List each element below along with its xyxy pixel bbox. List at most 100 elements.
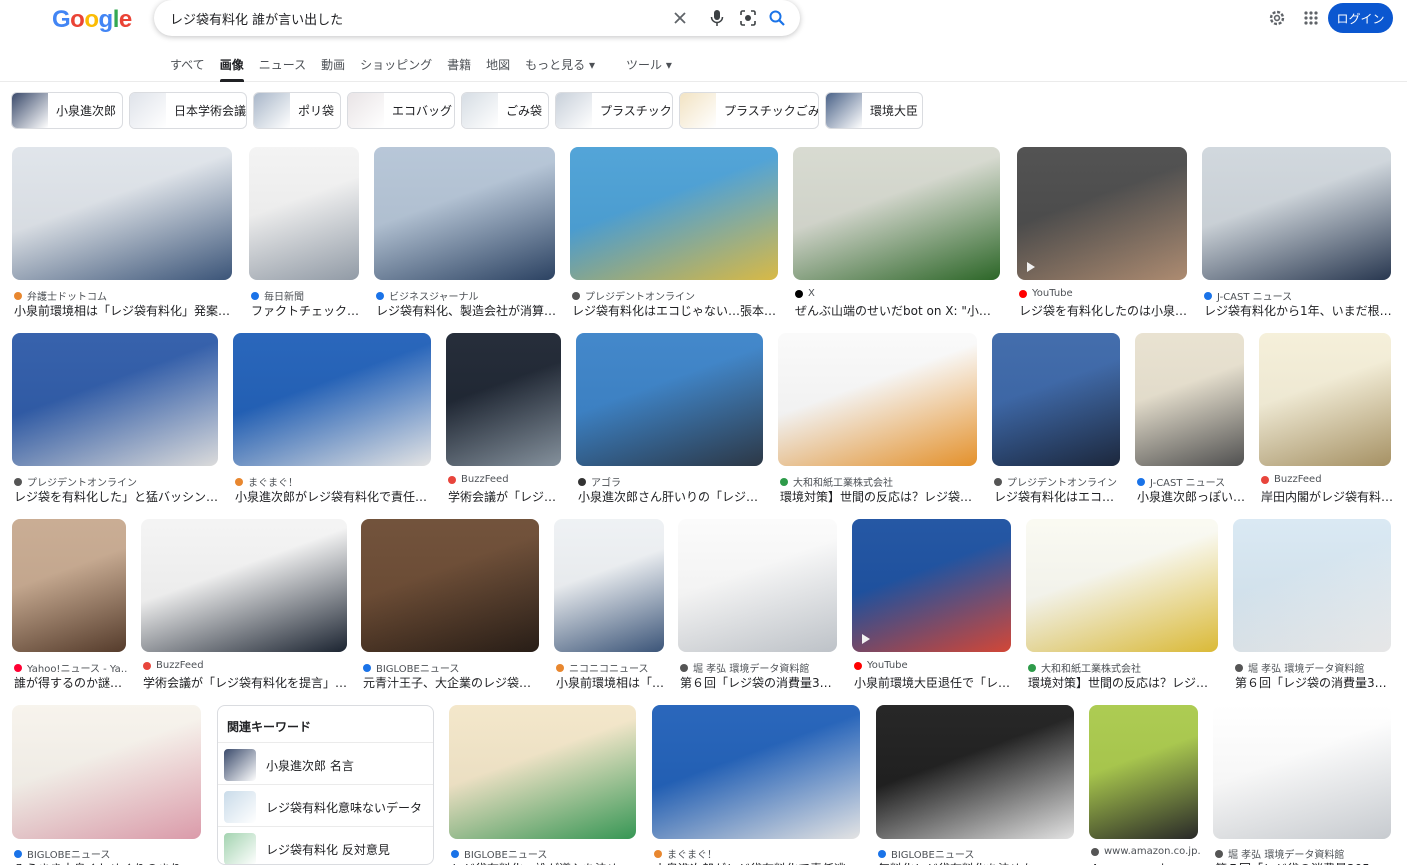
image-title[interactable]: 第６回「レジ袋の消費量305… (680, 674, 839, 691)
image-title[interactable]: レジ袋を有料化したのは小泉進… (1019, 302, 1189, 319)
image-title[interactable]: 小泉前環境相は「… (556, 674, 664, 691)
image-result[interactable]: まぐまぐ！小泉進次郎がレジ袋有料化で責任逃… (652, 705, 860, 865)
image-title[interactable]: 小泉前環境相は「レジ袋有料化」発案者を… (14, 302, 234, 319)
image-thumbnail[interactable] (992, 333, 1120, 466)
image-result[interactable]: 大和和紙工業株式会社 環境対策】世間の反応は？レジ袋有料… (778, 333, 979, 513)
image-thumbnail[interactable] (1026, 519, 1218, 652)
image-thumbnail[interactable] (361, 519, 539, 652)
image-result[interactable]: 弁護士ドットコム 小泉前環境相は「レジ袋有料化」発案者を… (12, 147, 234, 327)
image-result[interactable]: BuzzFeed 岸田内閣がレジ袋有料… (1259, 333, 1393, 513)
image-source[interactable]: 大和和紙工業株式会社 (1028, 660, 1141, 675)
image-thumbnail[interactable] (1017, 147, 1187, 280)
chip-6[interactable]: プラスチックごみ (679, 92, 819, 129)
image-source[interactable]: 大和和紙工業株式会社 (780, 474, 893, 489)
image-title[interactable]: 小泉前環境大臣退任で「レジ… (854, 674, 1013, 691)
image-source[interactable]: プレジデントオンライン (994, 474, 1117, 489)
image-source[interactable]: BuzzFeed (1261, 474, 1322, 485)
image-source[interactable]: まぐまぐ！ (654, 846, 717, 861)
image-thumbnail[interactable] (652, 705, 860, 839)
image-title[interactable]: 小泉進次郎っぽい… (1137, 488, 1245, 505)
image-thumbnail[interactable] (1259, 333, 1391, 466)
image-title[interactable]: 環境対策】世間の反応は？レジ袋有料… (780, 488, 979, 505)
tab-7[interactable]: もっと見る ▾ (525, 56, 595, 82)
image-source[interactable]: BuzzFeed (143, 660, 204, 671)
image-source[interactable]: 堀 孝弘 環境データ資料館 (680, 660, 809, 675)
image-result[interactable]: アゴラ 小泉進次郎さん肝いりの「レジ袋… (576, 333, 765, 513)
image-thumbnail[interactable] (778, 333, 977, 466)
image-thumbnail[interactable] (249, 147, 359, 280)
image-thumbnail[interactable] (446, 333, 561, 466)
image-title[interactable]: 環境対策】世間の反応は？レジ袋有… (1028, 674, 1220, 691)
tab-4[interactable]: ショッピング (360, 56, 432, 82)
tab-0[interactable]: すべて (170, 56, 205, 82)
image-thumbnail[interactable] (852, 519, 1011, 652)
image-title[interactable]: 無料化レジ袋有料化を決めた… (878, 860, 1046, 865)
chip-0[interactable]: 小泉進次郎 (11, 92, 123, 129)
search-icon[interactable] (765, 6, 789, 30)
tab-1[interactable]: 画像 (219, 56, 244, 82)
image-source[interactable]: BIGLOBEニュース (451, 846, 547, 861)
image-source[interactable]: YouTube (1019, 288, 1073, 299)
image-source[interactable]: BIGLOBEニュース (363, 660, 459, 675)
image-result[interactable]: ニコニコニュース 小泉前環境相は「… (554, 519, 664, 699)
image-title[interactable]: 学術会議が「レジ袋… (448, 488, 563, 505)
image-result[interactable]: プレジデントオンライン レジ袋有料化はエコじゃない…張本人も… (570, 147, 780, 327)
image-thumbnail[interactable] (374, 147, 555, 280)
image-thumbnail[interactable] (12, 147, 232, 280)
image-source[interactable]: ビジネスジャーナル (376, 288, 479, 303)
image-result[interactable]: BuzzFeed 学術会議が「レジ袋… (446, 333, 563, 513)
image-source[interactable]: www.amazon.co.jp… (1091, 846, 1200, 857)
image-result[interactable]: まぐまぐ！小泉進次郎がレジ袋有料化で責任逃… (233, 333, 433, 513)
image-result[interactable]: プレジデントオンライン レジ袋有料化はエコじ… (992, 333, 1122, 513)
image-result[interactable]: YouTube 小泉前環境大臣退任で「レジ… (852, 519, 1013, 699)
image-title[interactable]: レジ袋有料化、製造会社が消算…… (376, 302, 557, 319)
tab-6[interactable]: 地図 (486, 56, 510, 82)
image-title[interactable]: 学術会議が「レジ袋有料化を提言」は… (143, 674, 349, 691)
chip-7[interactable]: 環境大臣 (825, 92, 923, 129)
image-thumbnail[interactable] (876, 705, 1074, 839)
image-result[interactable]: 大和和紙工業株式会社 環境対策】世間の反応は？レジ袋有… (1026, 519, 1220, 699)
image-result[interactable]: BuzzFeed 学術会議が「レジ袋有料化を提言」は… (141, 519, 349, 699)
image-result[interactable]: 堀 孝弘 環境データ資料館 第６回「レジ袋の消費量305… (1233, 519, 1393, 699)
image-title[interactable]: 第５回「レジ袋の消費量305… (1215, 860, 1382, 865)
image-source[interactable]: BuzzFeed (448, 474, 509, 485)
chip-4[interactable]: ごみ袋 (461, 92, 549, 129)
image-source[interactable]: Yahoo!ニュース - Ya… (14, 660, 128, 675)
image-thumbnail[interactable] (678, 519, 837, 652)
image-title[interactable]: 元青汁王子、大企業のレジ袋有料… (363, 674, 541, 691)
image-title[interactable]: 誰が得するのか謎な… (14, 674, 128, 691)
image-result[interactable]: BIGLOBEニュース無料化レジ袋有料化を決めた… (876, 705, 1074, 865)
image-thumbnail[interactable] (1213, 705, 1391, 839)
image-title[interactable]: レジ袋を有料化した」と猛バッシング…… (14, 488, 220, 505)
image-result[interactable]: 毎日新聞 ファクトチェック… (249, 147, 359, 327)
image-source[interactable]: J-CAST ニュース (1204, 288, 1292, 303)
lens-icon[interactable] (736, 6, 760, 30)
image-result[interactable]: プレジデントオンライン レジ袋を有料化した」と猛バッシング…… (12, 333, 220, 513)
tab-2[interactable]: ニュース (259, 56, 306, 82)
search-input[interactable]: レジ袋有料化 誰が言い出した (170, 9, 343, 28)
image-title[interactable]: 小泉進次郎さん肝いりの「レジ袋… (578, 488, 765, 505)
image-title[interactable]: 第６回「レジ袋の消費量305… (1235, 674, 1393, 691)
image-title[interactable]: ファクトチェック… (251, 302, 359, 319)
tab-5[interactable]: 書籍 (447, 56, 471, 82)
image-title[interactable]: レジ袋有料化はエコじゃない…張本人も… (572, 302, 780, 319)
image-thumbnail[interactable] (554, 519, 664, 652)
image-thumbnail[interactable] (12, 519, 126, 652)
image-result[interactable]: BIGLOBEニュースレジ袋有料化、誰が導入を決めた… (449, 705, 638, 865)
image-result[interactable]: ビジネスジャーナル レジ袋有料化、製造会社が消算…… (374, 147, 557, 327)
chip-1[interactable]: 日本学術会議 (129, 92, 247, 129)
image-source[interactable]: ニコニコニュース (556, 660, 649, 675)
image-result[interactable]: 堀 孝弘 環境データ資料館第５回「レジ袋の消費量305… (1213, 705, 1391, 865)
image-title[interactable]: 岸田内閣がレジ袋有料… (1261, 488, 1393, 505)
image-result[interactable]: BIGLOBEニュースみうまき中島ぐしめぐりのまりキャ… (12, 705, 203, 865)
image-thumbnail[interactable] (12, 333, 218, 466)
image-title[interactable]: レジ袋有料化はエコじ… (994, 488, 1122, 505)
image-source[interactable]: アゴラ (578, 474, 621, 489)
image-source[interactable]: まぐまぐ！ (235, 474, 298, 489)
related-keyword-item[interactable]: 小泉進次郎 名言 (218, 742, 433, 787)
related-keyword-item[interactable]: レジ袋有料化意味ないデータ (218, 784, 433, 829)
image-source[interactable]: 堀 孝弘 環境データ資料館 (1215, 846, 1344, 861)
image-thumbnail[interactable] (1233, 519, 1391, 652)
image-thumbnail[interactable] (576, 333, 763, 466)
image-result[interactable]: J-CAST ニュース レジ袋有料化から1年、いまだ根強… (1202, 147, 1393, 327)
